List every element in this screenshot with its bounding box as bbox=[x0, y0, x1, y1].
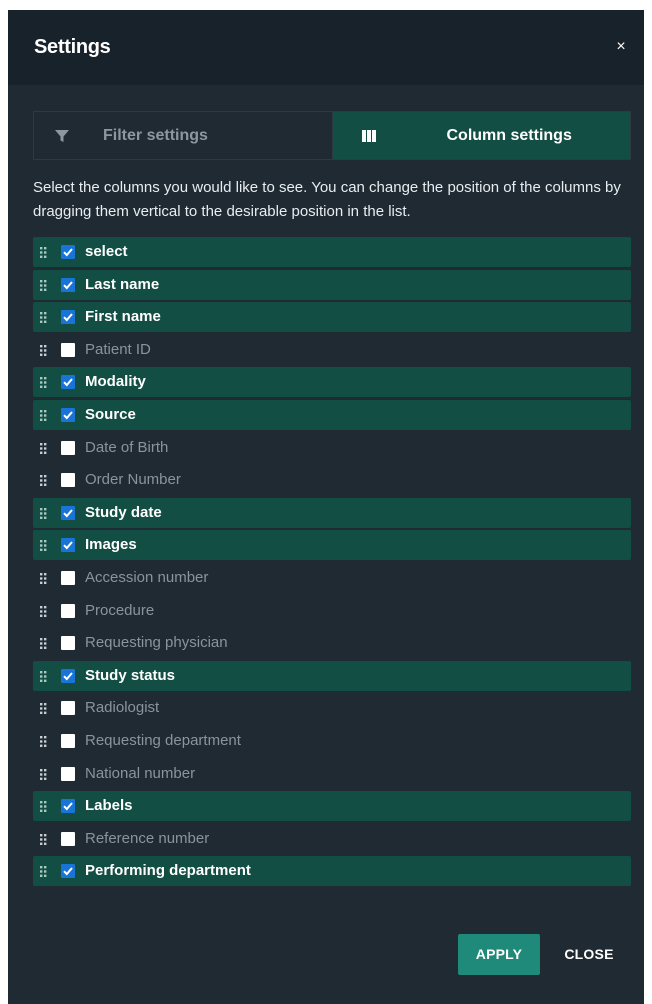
column-checkbox[interactable] bbox=[61, 538, 75, 553]
column-row[interactable]: Requesting physician bbox=[33, 628, 631, 658]
column-row[interactable]: Study date bbox=[33, 497, 631, 528]
column-label: Study date bbox=[85, 503, 162, 521]
tab-filter-label: Filter settings bbox=[103, 127, 208, 144]
column-checkbox[interactable] bbox=[61, 440, 75, 455]
drag-handle-icon[interactable] bbox=[40, 311, 48, 324]
column-label: Source bbox=[85, 405, 136, 423]
drag-handle-icon[interactable] bbox=[40, 539, 48, 552]
column-row[interactable]: Order Number bbox=[33, 465, 631, 495]
column-checkbox[interactable] bbox=[61, 603, 75, 618]
column-row[interactable]: Study status bbox=[33, 660, 631, 691]
column-checkbox[interactable] bbox=[61, 570, 75, 585]
tab-column-settings[interactable]: Column settings bbox=[331, 112, 630, 159]
column-label: Radiologist bbox=[85, 699, 160, 717]
column-checkbox[interactable] bbox=[61, 636, 75, 651]
columns-icon bbox=[361, 128, 377, 144]
column-checkbox[interactable] bbox=[61, 766, 75, 781]
settings-dialog: Settings × Filter settings Column settin… bbox=[8, 10, 644, 1004]
column-row[interactable]: Accession number bbox=[33, 563, 631, 593]
drag-handle-icon[interactable] bbox=[40, 768, 48, 780]
column-label: Procedure bbox=[85, 601, 155, 619]
column-label: Labels bbox=[85, 797, 133, 815]
column-label: Date of Birth bbox=[85, 438, 169, 456]
drag-handle-icon[interactable] bbox=[40, 833, 48, 845]
column-label: Accession number bbox=[85, 568, 209, 586]
column-checkbox[interactable] bbox=[61, 701, 75, 716]
drag-handle-icon[interactable] bbox=[40, 409, 48, 421]
filter-icon bbox=[54, 128, 70, 144]
settings-tabs: Filter settings Column settings bbox=[33, 111, 631, 160]
column-row[interactable]: select bbox=[33, 237, 631, 267]
drag-handle-icon[interactable] bbox=[40, 702, 48, 715]
column-checkbox[interactable] bbox=[61, 864, 75, 879]
drag-handle-icon[interactable] bbox=[40, 442, 48, 454]
column-row[interactable]: Reference number bbox=[33, 824, 631, 854]
column-label: Order Number bbox=[85, 471, 181, 489]
column-row[interactable]: Requesting department bbox=[33, 726, 631, 756]
drag-handle-icon[interactable] bbox=[40, 279, 48, 291]
drag-handle-icon[interactable] bbox=[40, 246, 48, 258]
column-label: Patient ID bbox=[85, 340, 151, 358]
column-row[interactable]: Patient ID bbox=[33, 335, 631, 365]
column-checkbox[interactable] bbox=[61, 277, 75, 292]
drag-handle-icon[interactable] bbox=[40, 605, 48, 617]
column-checkbox[interactable] bbox=[61, 407, 75, 422]
column-label: Reference number bbox=[85, 829, 210, 847]
drag-handle-icon[interactable] bbox=[40, 572, 48, 584]
column-label: Performing department bbox=[85, 862, 251, 880]
column-checkbox[interactable] bbox=[61, 245, 75, 259]
close-button[interactable]: CLOSE bbox=[553, 934, 625, 975]
column-checkbox[interactable] bbox=[61, 799, 75, 814]
column-label: select bbox=[85, 243, 128, 260]
column-checkbox[interactable] bbox=[61, 668, 75, 683]
column-label: First name bbox=[85, 308, 161, 326]
column-row[interactable]: Procedure bbox=[33, 596, 631, 626]
column-label: Last name bbox=[85, 275, 160, 293]
column-label: Modality bbox=[85, 373, 146, 391]
tab-filter-settings[interactable]: Filter settings bbox=[34, 112, 332, 159]
column-row[interactable]: Last name bbox=[33, 269, 631, 300]
column-row[interactable]: Images bbox=[33, 530, 631, 561]
drag-handle-icon[interactable] bbox=[40, 507, 48, 519]
column-row[interactable]: Labels bbox=[33, 791, 631, 822]
column-checkbox[interactable] bbox=[61, 505, 75, 520]
drag-handle-icon[interactable] bbox=[40, 637, 48, 650]
column-settings-description: Select the columns you would like to see… bbox=[33, 179, 621, 220]
drag-handle-icon[interactable] bbox=[40, 474, 48, 487]
column-list: select Last name First name Patient ID Modal… bbox=[33, 237, 631, 889]
column-row[interactable]: National number bbox=[33, 759, 631, 789]
column-row[interactable]: Modality bbox=[33, 367, 631, 398]
drag-handle-icon[interactable] bbox=[40, 376, 48, 389]
column-row[interactable]: Performing department bbox=[33, 856, 631, 887]
drag-handle-icon[interactable] bbox=[40, 670, 48, 682]
column-row[interactable]: First name bbox=[33, 302, 631, 333]
drag-handle-icon[interactable] bbox=[40, 344, 48, 356]
column-label: Requesting department bbox=[85, 731, 241, 749]
close-icon[interactable]: × bbox=[612, 38, 630, 56]
column-checkbox[interactable] bbox=[61, 473, 75, 488]
drag-handle-icon[interactable] bbox=[40, 735, 48, 747]
column-checkbox[interactable] bbox=[61, 342, 75, 357]
dialog-header: Settings × bbox=[8, 10, 644, 85]
tab-columns-label: Column settings bbox=[446, 127, 572, 144]
drag-handle-icon[interactable] bbox=[40, 800, 48, 813]
column-checkbox[interactable] bbox=[61, 733, 75, 748]
column-checkbox[interactable] bbox=[61, 310, 75, 325]
column-label: National number bbox=[85, 764, 196, 782]
column-row[interactable]: Source bbox=[33, 399, 631, 430]
column-checkbox[interactable] bbox=[61, 831, 75, 846]
column-label: Images bbox=[85, 536, 137, 554]
drag-handle-icon[interactable] bbox=[40, 865, 48, 878]
apply-button[interactable]: APPLY bbox=[458, 934, 540, 975]
column-row[interactable]: Date of Birth bbox=[33, 433, 631, 463]
column-label: Study status bbox=[85, 666, 176, 684]
column-checkbox[interactable] bbox=[61, 375, 75, 390]
column-label: Requesting physician bbox=[85, 634, 228, 652]
dialog-title: Settings bbox=[34, 36, 111, 58]
column-row[interactable]: Radiologist bbox=[33, 693, 631, 723]
